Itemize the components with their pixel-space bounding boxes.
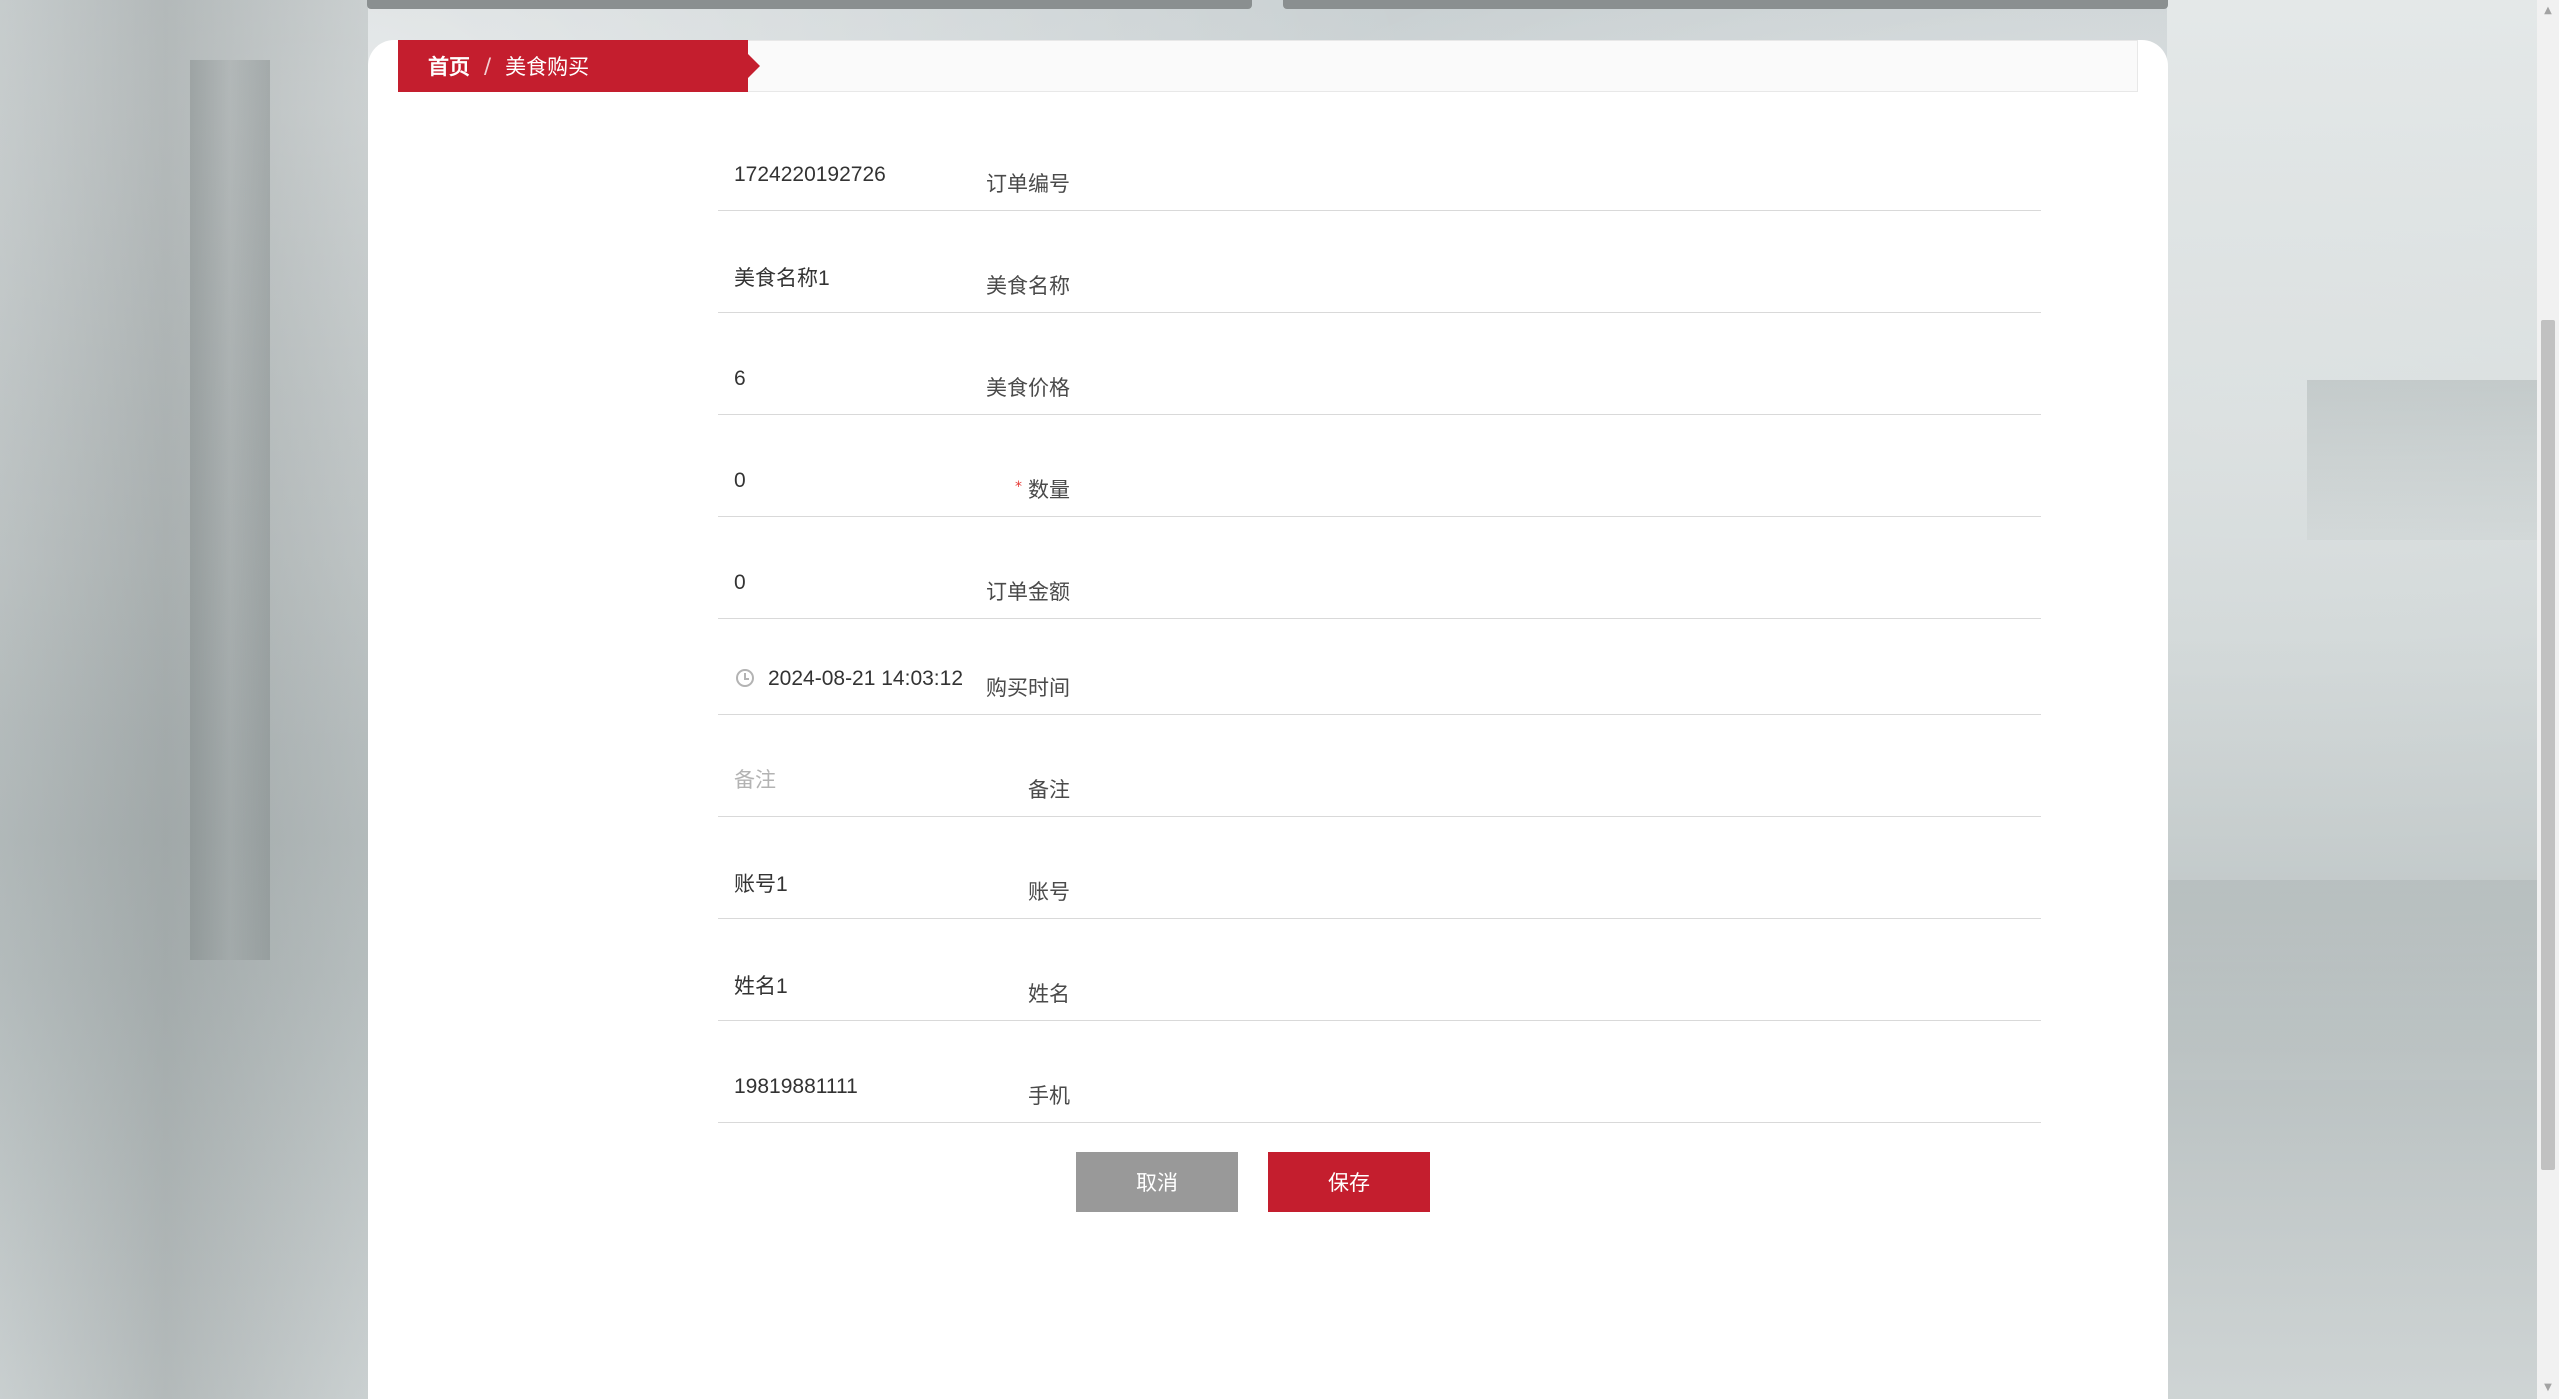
quantity-input[interactable]	[718, 461, 2030, 501]
breadcrumb: 首页 / 美食购买	[398, 40, 760, 92]
save-button[interactable]: 保存	[1268, 1152, 1430, 1212]
order-number-field-wrap	[718, 150, 2041, 211]
purchase-time-field-wrap	[718, 654, 2064, 715]
scroll-up-icon[interactable]: ▲	[2537, 0, 2559, 22]
form-row-remark: 备注	[368, 756, 2168, 826]
cancel-button[interactable]: 取消	[1076, 1152, 1238, 1212]
account-field-wrap	[718, 858, 2041, 919]
phone-field-wrap	[718, 1062, 2041, 1123]
scroll-thumb[interactable]	[2541, 320, 2555, 1170]
form-row-purchase-time: 购买时间	[368, 654, 2168, 724]
food-price-input[interactable]	[718, 359, 2030, 399]
scroll-down-icon[interactable]: ▼	[2537, 1377, 2559, 1399]
form-buttons: 取消 保存	[1076, 1152, 1430, 1212]
food-price-field-wrap	[718, 354, 2041, 415]
background-left	[0, 0, 368, 1399]
breadcrumb-home-link[interactable]: 首页	[428, 51, 470, 81]
name-input[interactable]	[718, 965, 2030, 1005]
form-row-phone: 手机	[368, 1062, 2168, 1132]
food-name-input[interactable]	[718, 257, 2030, 297]
background-pillar	[190, 60, 270, 960]
background-roof	[2307, 380, 2537, 540]
form-row-name: 姓名	[368, 960, 2168, 1030]
remark-field-wrap	[718, 756, 2041, 817]
name-field-wrap	[718, 960, 2041, 1021]
page-scrollbar[interactable]: ▲ ▼	[2537, 0, 2559, 1399]
banner-fragment-left	[367, 0, 1252, 9]
order-number-input[interactable]	[718, 155, 2030, 195]
form-row-account: 账号	[368, 858, 2168, 928]
banner-fragment-right	[1283, 0, 2168, 9]
account-input[interactable]	[718, 863, 2030, 903]
purchase-time-input[interactable]	[718, 659, 2064, 699]
form-row-order-amount: 订单金额	[368, 558, 2168, 628]
form-row-quantity: * 数量	[368, 456, 2168, 526]
order-amount-input[interactable]	[718, 563, 2030, 603]
clock-icon	[736, 669, 754, 687]
background-right	[2167, 0, 2537, 1399]
form-card: 首页 / 美食购买 订单编号 美食名称 美食价格 *数量 订单金额	[368, 40, 2168, 1399]
remark-input[interactable]	[718, 761, 2030, 801]
breadcrumb-separator: /	[484, 54, 492, 78]
breadcrumb-current: 美食购买	[505, 55, 590, 79]
food-name-field-wrap	[718, 252, 2041, 313]
form-row-food-name: 美食名称	[368, 252, 2168, 322]
breadcrumb-bar: 首页 / 美食购买	[398, 40, 2138, 92]
quantity-field-wrap	[718, 456, 2041, 517]
order-amount-field-wrap	[718, 558, 2041, 619]
background-rail	[2167, 880, 2537, 1080]
form-row-food-price: 美食价格	[368, 354, 2168, 424]
form-row-order-number: 订单编号	[368, 150, 2168, 220]
phone-input[interactable]	[718, 1067, 2030, 1107]
